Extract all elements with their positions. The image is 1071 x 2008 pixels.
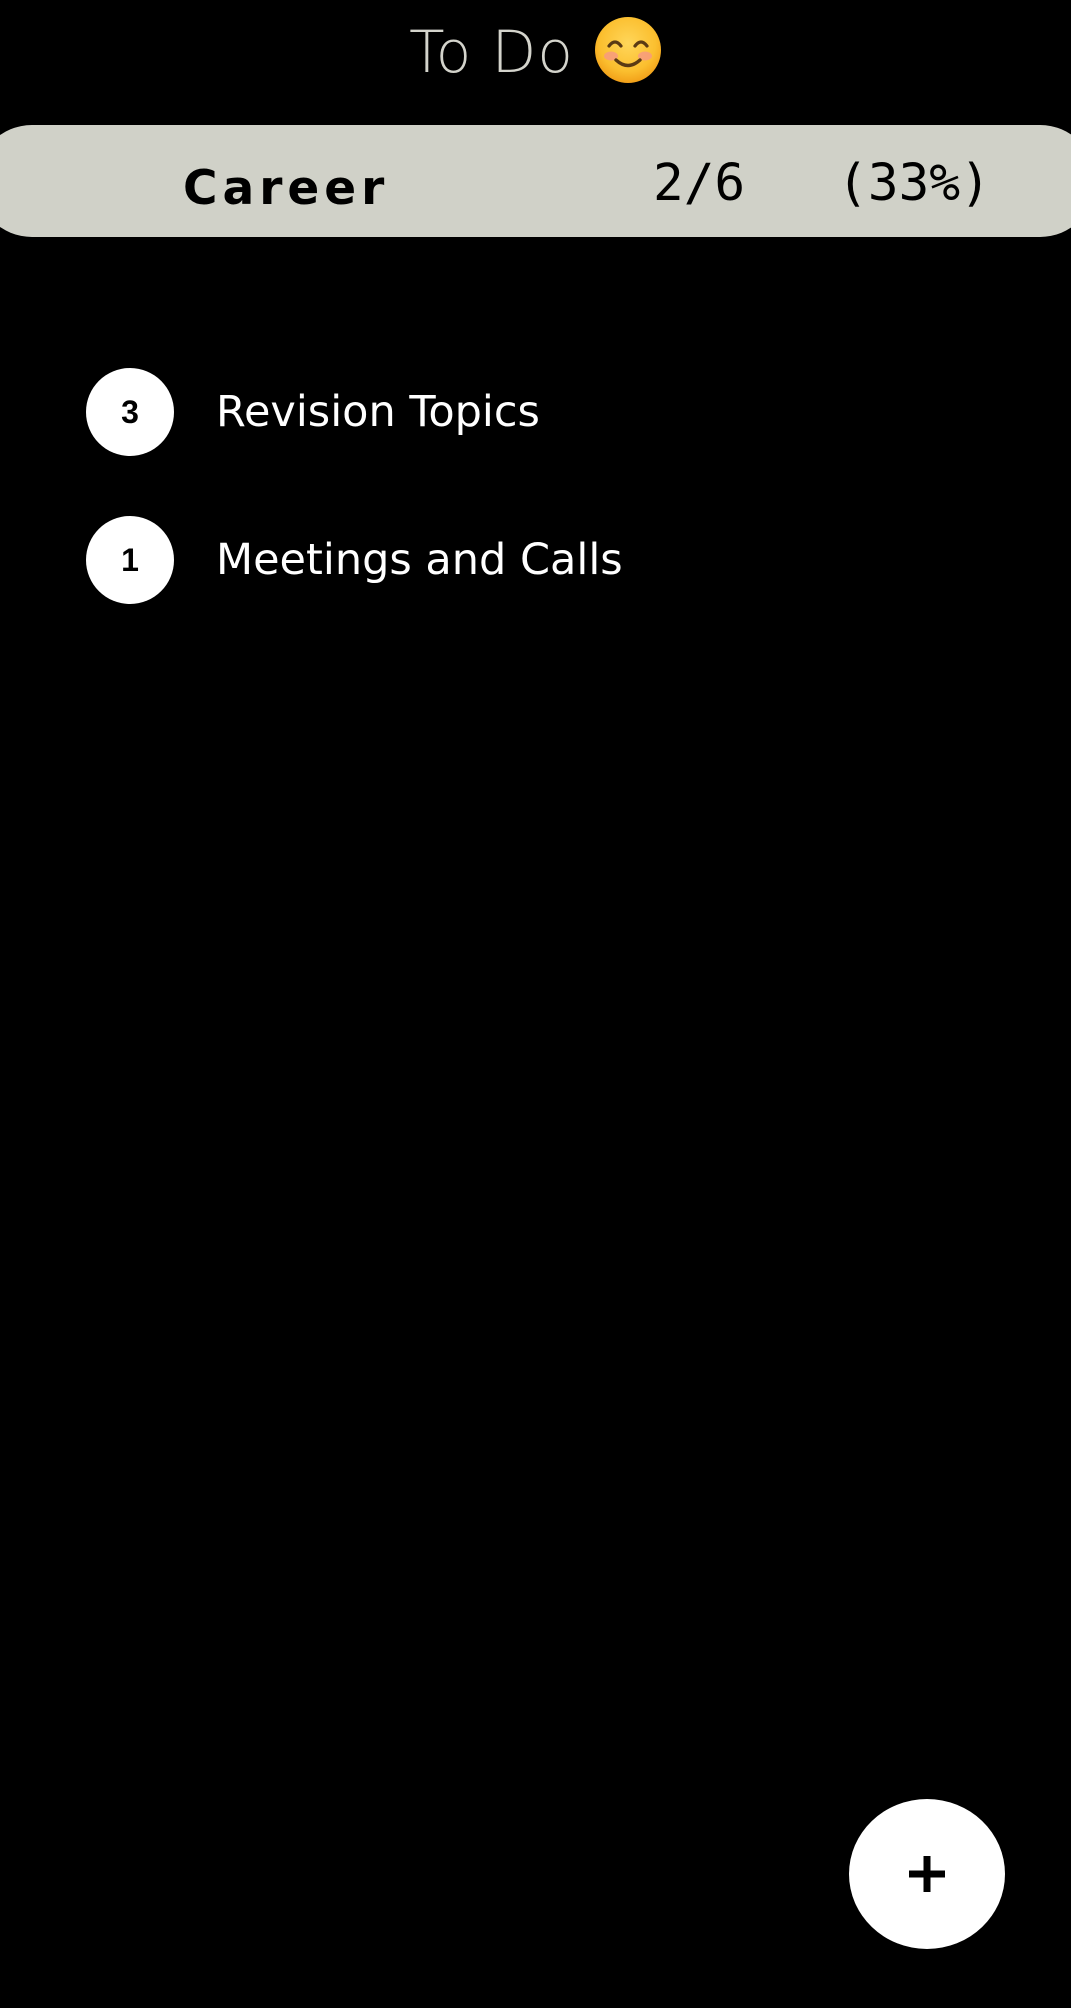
category-name: Career	[183, 161, 390, 216]
list-item[interactable]: 1 Meetings and Calls	[86, 515, 623, 605]
add-list-button[interactable]	[849, 1799, 1005, 1949]
plus-icon	[907, 1854, 947, 1894]
category-progress-text: 2/6 (33%)	[653, 154, 991, 213]
list-item[interactable]: 3 Revision Topics	[86, 367, 540, 457]
list-item-label: Meetings and Calls	[216, 535, 623, 585]
list-item-label: Revision Topics	[216, 387, 540, 437]
item-count-badge: 3	[86, 368, 174, 456]
category-progress-bar[interactable]: Career 2/6 (33%)	[0, 125, 1071, 237]
smiling-face-icon	[594, 16, 662, 84]
item-count-badge: 1	[86, 516, 174, 604]
app-header: To Do	[0, 14, 1071, 90]
page-title: To Do	[409, 18, 574, 86]
